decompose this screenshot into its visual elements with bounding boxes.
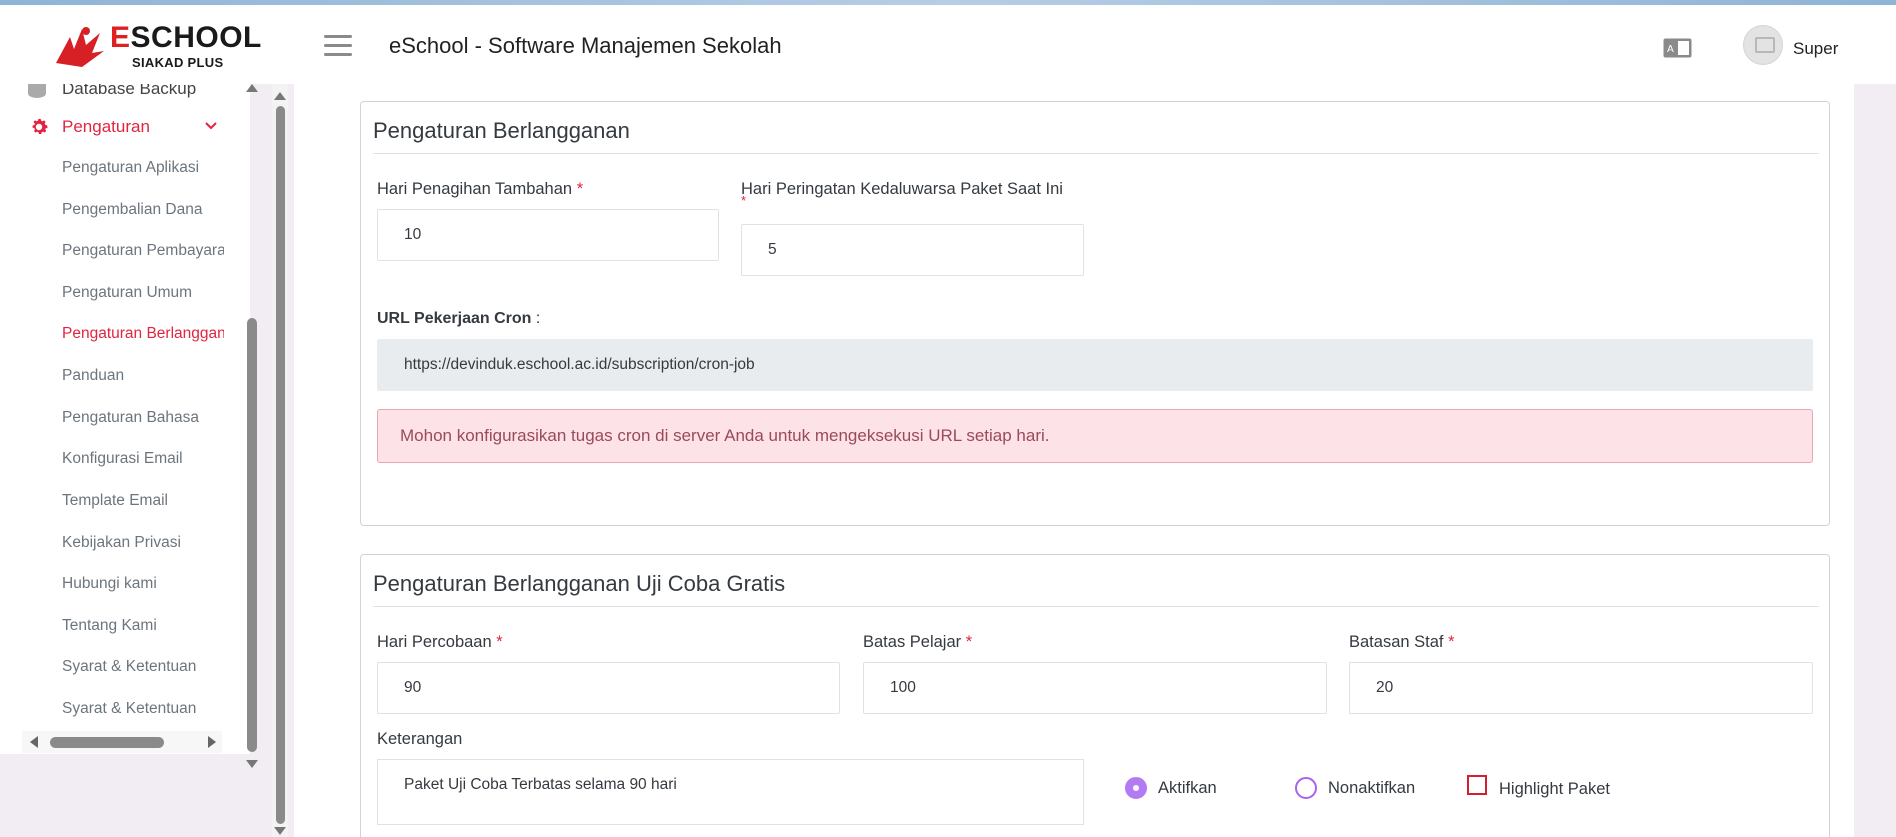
sidebar-item-syarat-ketentuan[interactable]: Syarat & Ketentuan — [62, 658, 224, 676]
card-title: Pengaturan Berlangganan Uji Coba Gratis — [373, 571, 786, 596]
sidebar-item-label: Database Backup — [62, 84, 197, 98]
sidebar-scrollbar[interactable] — [244, 84, 258, 768]
sidebar-item-konfigurasi-email[interactable]: Konfigurasi Email — [62, 450, 224, 468]
sidebar-item-pengembalian-dana[interactable]: Pengembalian Dana — [62, 201, 224, 219]
scrollbar-thumb[interactable] — [247, 318, 257, 752]
expiry-warning-label: Hari Peringatan Kedaluwarsa Paket Saat I… — [741, 180, 1063, 208]
checkbox-icon — [1467, 775, 1487, 795]
scroll-right-icon[interactable] — [208, 736, 216, 748]
cron-url-field[interactable]: https://devinduk.eschool.ac.id/subscript… — [377, 339, 1813, 391]
radio-checked-icon — [1125, 777, 1147, 799]
logo-icon — [56, 27, 104, 67]
page-title: eSchool - Software Manajemen Sekolah — [389, 33, 782, 58]
expiry-warning-input[interactable]: 5 — [741, 224, 1084, 276]
cron-alert: Mohon konfigurasikan tugas cron di serve… — [377, 409, 1813, 463]
scroll-down-icon[interactable] — [274, 827, 286, 835]
scrollbar-thumb[interactable] — [276, 106, 285, 824]
staff-limit-input[interactable]: 20 — [1349, 662, 1813, 714]
divider — [373, 153, 1819, 154]
sidebar-horizontal-scrollbar[interactable] — [22, 731, 222, 753]
sidebar-item-pengaturan[interactable]: Pengaturan — [28, 116, 217, 138]
description-textarea[interactable]: Paket Uji Coba Terbatas selama 90 hari — [377, 759, 1084, 825]
scroll-down-icon[interactable] — [246, 760, 258, 768]
description-label: Keterangan — [377, 730, 463, 748]
card-title: Pengaturan Berlangganan — [373, 118, 630, 143]
gear-icon — [32, 118, 48, 135]
radio-unchecked-icon — [1295, 777, 1317, 799]
sidebar-item-bahasa[interactable]: Pengaturan Bahasa — [62, 409, 224, 427]
subscription-settings-card: Pengaturan Berlangganan Hari Penagihan T… — [360, 101, 1830, 526]
svg-text:A: A — [1667, 44, 1674, 55]
user-name[interactable]: Super — [1793, 39, 1838, 59]
extra-billing-input[interactable]: 10 — [377, 209, 719, 261]
enable-radio[interactable]: Aktifkan — [1125, 777, 1217, 799]
scroll-up-icon[interactable] — [246, 84, 258, 92]
checkbox-label: Highlight Paket — [1499, 779, 1610, 798]
radio-label: Aktifkan — [1158, 778, 1217, 797]
radio-label: Nonaktifkan — [1328, 778, 1416, 797]
main-content: Pengaturan Berlangganan Hari Penagihan T… — [294, 84, 1854, 837]
free-trial-settings-card: Pengaturan Berlangganan Uji Coba Gratis … — [360, 554, 1830, 837]
sidebar-item-panduan[interactable]: Panduan — [62, 367, 224, 385]
main-scrollbar[interactable] — [272, 84, 288, 837]
sidebar: Database Backup Pengaturan Pengaturan Ap… — [0, 84, 250, 754]
header: ESCHOOL SIAKAD PLUS eSchool - Software M… — [0, 5, 1896, 84]
staff-limit-label: Batasan Staf * — [1349, 633, 1455, 651]
sidebar-item-database-backup[interactable]: Database Backup — [28, 84, 196, 100]
sidebar-item-umum[interactable]: Pengaturan Umum — [62, 284, 224, 302]
database-icon — [28, 84, 46, 98]
sidebar-item-syarat-ketentuan-2[interactable]: Syarat & Ketentuan — [62, 700, 224, 718]
scroll-up-icon[interactable] — [274, 92, 286, 100]
language-icon[interactable]: A — [1663, 38, 1692, 58]
sidebar-item-template-email[interactable]: Template Email — [62, 492, 224, 510]
brand-subtitle: SIAKAD PLUS — [132, 55, 224, 70]
horizontal-scrollbar-thumb[interactable] — [50, 737, 164, 748]
student-limit-input[interactable]: 100 — [863, 662, 1327, 714]
avatar[interactable] — [1743, 25, 1783, 65]
divider — [373, 606, 1819, 607]
cron-label: URL Pekerjaan Cron : — [377, 310, 541, 327]
trial-days-input[interactable]: 90 — [377, 662, 840, 714]
menu-toggle-icon[interactable] — [324, 35, 352, 59]
student-limit-label: Batas Pelajar * — [863, 633, 973, 651]
extra-billing-label: Hari Penagihan Tambahan * — [377, 180, 584, 198]
trial-days-label: Hari Percobaan * — [377, 633, 503, 651]
brand-name: ESCHOOL — [110, 21, 262, 54]
sidebar-item-pembayaran[interactable]: Pengaturan Pembayaran — [62, 242, 224, 260]
sidebar-item-kebijakan-privasi[interactable]: Kebijakan Privasi — [62, 534, 224, 552]
brand-logo[interactable]: ESCHOOL SIAKAD PLUS — [52, 21, 261, 71]
scroll-left-icon[interactable] — [30, 736, 38, 748]
sidebar-item-aplikasi[interactable]: Pengaturan Aplikasi — [62, 159, 224, 177]
sidebar-item-label: Pengaturan — [62, 117, 150, 136]
chevron-down-icon — [205, 122, 217, 130]
disable-radio[interactable]: Nonaktifkan — [1295, 777, 1415, 799]
sidebar-item-berlangganan[interactable]: Pengaturan Berlangganan — [62, 325, 224, 343]
highlight-package-checkbox[interactable]: Highlight Paket — [1467, 775, 1610, 799]
sidebar-item-tentang-kami[interactable]: Tentang Kami — [62, 617, 224, 635]
sidebar-item-hubungi-kami[interactable]: Hubungi kami — [62, 575, 224, 593]
